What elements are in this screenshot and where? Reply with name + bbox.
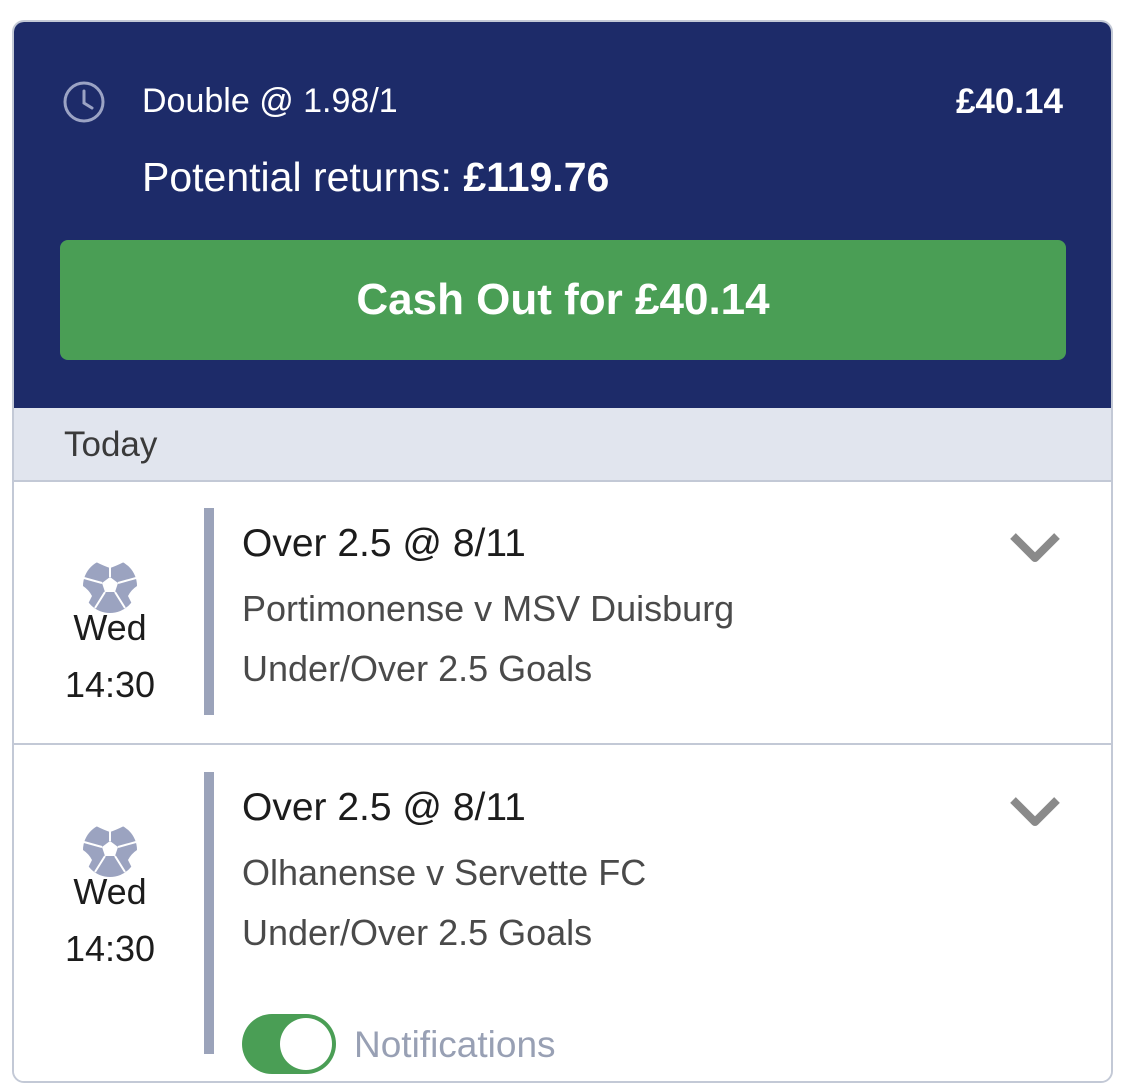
football-icon <box>82 822 138 877</box>
chevron-down-icon[interactable] <box>1009 794 1061 828</box>
leg-time: 14:30 <box>64 928 156 969</box>
leg-market: Under/Over 2.5 Goals <box>242 648 593 689</box>
bet-leg: Wed 14:30 Over 2.5 @ 8/11 Portimonense v… <box>14 482 1111 745</box>
leg-market: Under/Over 2.5 Goals <box>242 912 593 953</box>
leg-divider <box>204 772 214 1054</box>
leg-day: Wed <box>73 607 147 648</box>
notifications-label: Notifications <box>354 1024 556 1065</box>
bet-leg: Wed 14:30 Over 2.5 @ 8/11 Olhanense v Se… <box>14 745 1111 1081</box>
notifications-toggle[interactable] <box>242 1014 336 1074</box>
potential-returns-value: £119.76 <box>463 154 610 200</box>
leg-selection: Over 2.5 @ 8/11 <box>242 522 526 565</box>
date-section-header: Today <box>14 408 1111 482</box>
section-label: Today <box>64 425 158 464</box>
potential-returns: Potential returns: £119.76 <box>142 154 609 201</box>
leg-time: 14:30 <box>64 664 156 705</box>
chevron-down-icon[interactable] <box>1009 530 1061 564</box>
bet-card: Double @ 1.98/1 £40.14 Potential returns… <box>12 20 1113 1083</box>
bet-type: Double @ 1.98/1 <box>142 82 398 120</box>
leg-selection: Over 2.5 @ 8/11 <box>242 786 526 829</box>
clock-icon <box>63 81 105 123</box>
leg-event: Portimonense v MSV Duisburg <box>242 588 735 629</box>
leg-divider <box>204 508 214 715</box>
stake-amount: £40.14 <box>955 82 1063 121</box>
cash-out-button[interactable]: Cash Out for £40.14 <box>60 240 1066 360</box>
football-icon <box>82 558 138 613</box>
bet-header: Double @ 1.98/1 £40.14 Potential returns… <box>14 22 1111 408</box>
potential-returns-label: Potential returns: <box>142 154 452 200</box>
toggle-knob <box>280 1018 332 1070</box>
leg-day: Wed <box>73 871 147 912</box>
leg-event: Olhanense v Servette FC <box>242 852 647 893</box>
